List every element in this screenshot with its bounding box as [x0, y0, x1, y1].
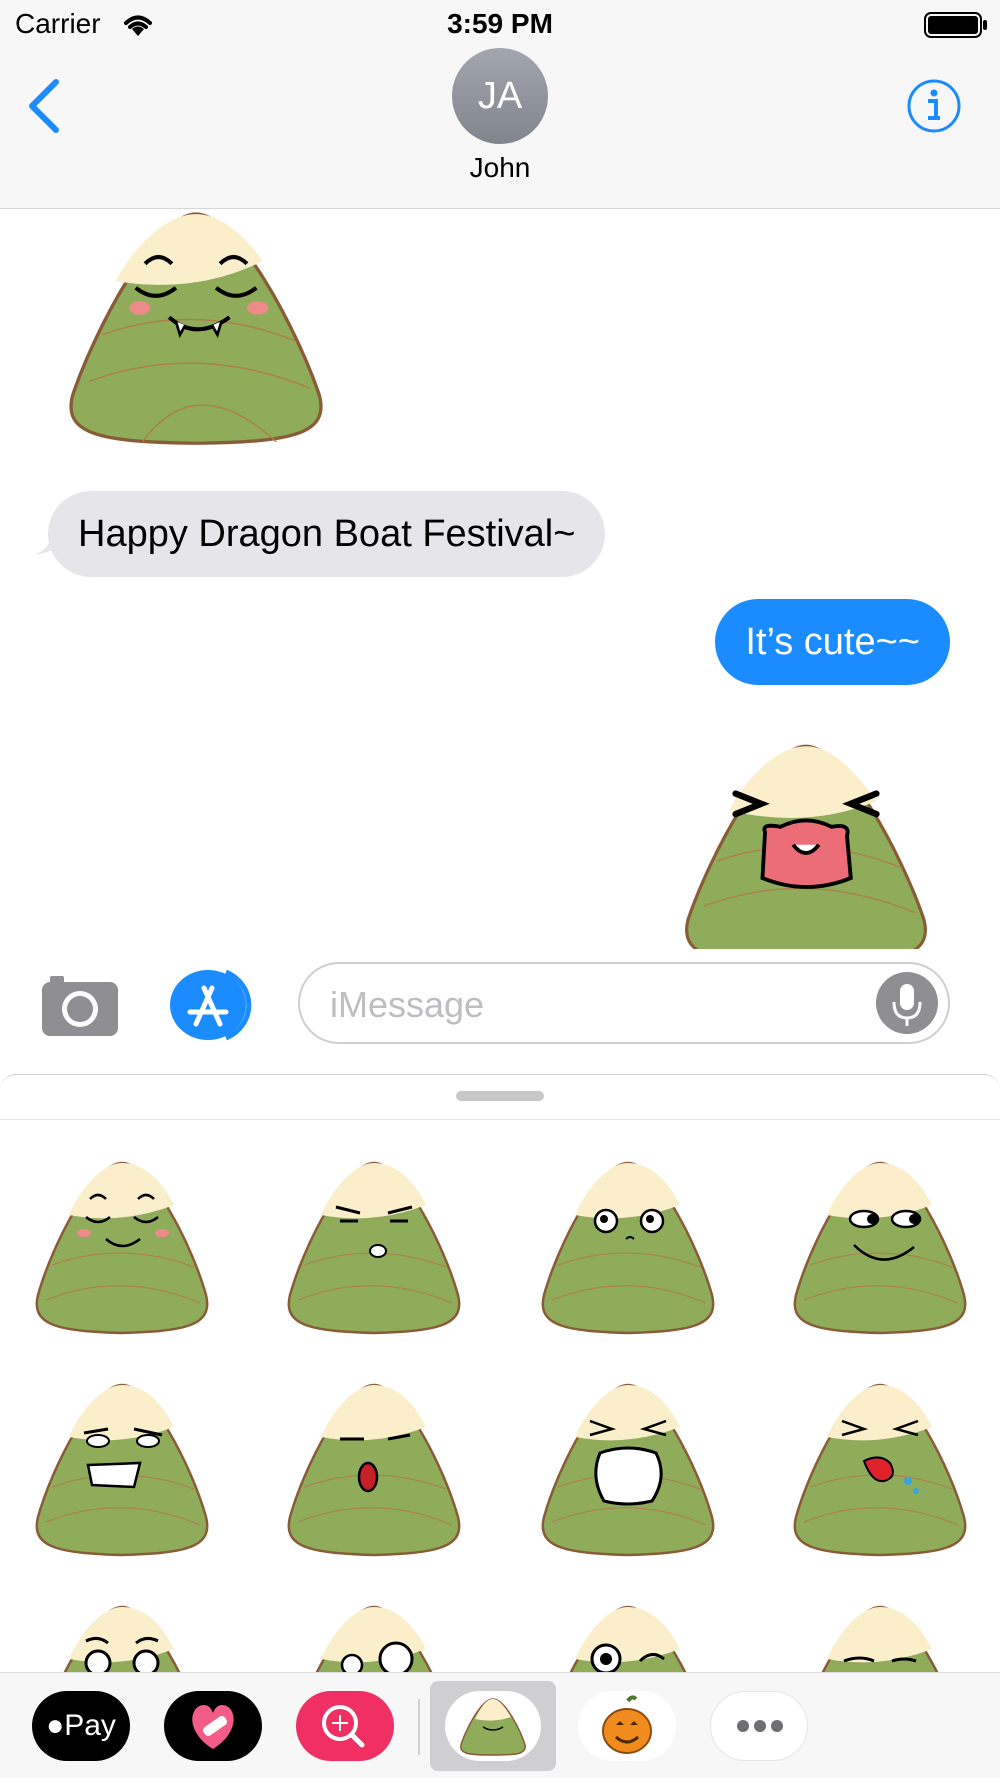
sticker-happy-fangs[interactable]: [22, 1155, 222, 1345]
message-text-field[interactable]: [328, 974, 852, 1036]
conversation: Happy Dragon Boat Festival~ It’s cute~~: [0, 209, 1000, 949]
drawer-divider: [0, 1119, 1000, 1120]
apple-pay-app[interactable]: ●Pay: [32, 1691, 130, 1761]
sticker-message-incoming[interactable]: [62, 209, 330, 451]
avatar: JA: [452, 48, 548, 144]
contact-name: John: [469, 152, 531, 183]
magnifier-icon: [322, 1705, 365, 1748]
more-apps-button[interactable]: [710, 1691, 808, 1761]
battery-icon: [924, 12, 987, 38]
image-search-app[interactable]: [296, 1691, 394, 1761]
sticker-drawer: [0, 1074, 1000, 1675]
tray-separator: [418, 1699, 420, 1755]
ellipsis-icon: [737, 1720, 783, 1732]
message-input[interactable]: [298, 962, 950, 1044]
sticker-shocked[interactable]: [274, 1377, 474, 1567]
status-time: 3:59 PM: [447, 8, 553, 39]
microphone-glyph: [892, 984, 922, 1026]
zongzi-stickers-app[interactable]: [430, 1681, 556, 1771]
camera-icon[interactable]: [40, 970, 120, 1040]
contact-header[interactable]: JA John: [400, 48, 600, 188]
input-bar: [0, 950, 1000, 1060]
microphone-icon[interactable]: [876, 972, 938, 1034]
heart-icon: [192, 1705, 234, 1749]
sticker-angry[interactable]: [274, 1155, 474, 1345]
pumpkin-icon: [602, 1695, 652, 1754]
status-bar: Carrier 3:59 PM: [0, 0, 1000, 48]
zongzi-icon: [460, 1698, 526, 1756]
drawer-grabber[interactable]: [456, 1091, 544, 1101]
pumpkin-app[interactable]: [578, 1691, 676, 1761]
messages-screen: Carrier 3:59 PM JA John Happy Dragon Boa…: [0, 0, 1000, 1778]
sticker-sly[interactable]: [780, 1599, 980, 1675]
back-button[interactable]: [24, 76, 68, 136]
sticker-teary-eyes[interactable]: [528, 1155, 728, 1345]
incoming-message-bubble[interactable]: Happy Dragon Boat Festival~: [48, 491, 606, 577]
info-icon[interactable]: [906, 78, 962, 134]
sticker-smirk[interactable]: [780, 1155, 980, 1345]
apple-logo-icon: ●: [46, 1709, 65, 1742]
sticker-laughing[interactable]: [528, 1377, 728, 1567]
sticker-monocle[interactable]: [274, 1599, 474, 1675]
app-store-icon[interactable]: [168, 966, 258, 1044]
sticker-tongue-out[interactable]: [780, 1377, 980, 1567]
app-tray: ●Pay: [0, 1672, 1000, 1778]
outgoing-message-bubble[interactable]: It’s cute~~: [715, 599, 950, 685]
heart-bandage-app[interactable]: [164, 1691, 262, 1761]
sticker-wink[interactable]: [528, 1599, 728, 1675]
sticker-message-outgoing[interactable]: [678, 737, 934, 949]
sticker-grumpy[interactable]: [22, 1377, 222, 1567]
apple-pay-label: Pay: [64, 1709, 116, 1742]
sticker-glasses[interactable]: [22, 1599, 222, 1675]
zongzi-app-icon: [445, 1691, 541, 1761]
conversation-header: Carrier 3:59 PM JA John: [0, 0, 1000, 209]
